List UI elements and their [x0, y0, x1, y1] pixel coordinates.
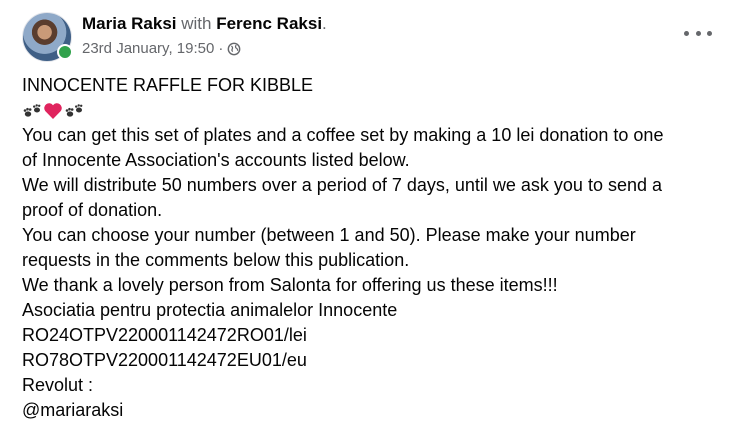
post-text-line: We will distribute 50 numbers over a per…	[22, 175, 663, 195]
facebook-post: Maria Raksi with Ferenc Raksi. 23rd Janu…	[0, 0, 742, 439]
post-meta: 23rd January, 19:50 ·	[82, 40, 241, 57]
tagged-person-link[interactable]: Ferenc Raksi	[216, 14, 322, 33]
more-options-icon[interactable]	[684, 26, 712, 40]
post-text-line: INNOCENTE RAFFLE FOR KIBBLE	[22, 75, 314, 95]
with-label: with	[181, 14, 212, 33]
globe-icon[interactable]	[227, 42, 241, 56]
post-text-line: You can choose your number (between 1 an…	[22, 225, 636, 245]
post-text-line: You can get this set of plates and a cof…	[22, 125, 664, 145]
red-heart-icon	[44, 102, 62, 119]
post-header: Maria Raksi with Ferenc Raksi. 23rd Janu…	[22, 12, 742, 62]
paw-prints-icon	[23, 103, 41, 117]
avatar[interactable]	[22, 12, 73, 62]
post-text-line: Asociatia pentru protectia animalelor In…	[22, 300, 398, 320]
online-status-icon	[57, 44, 73, 60]
author-line: Maria Raksi with Ferenc Raksi.	[82, 14, 327, 34]
post-text-line: RO78OTPV220001142472EU01/eu	[22, 350, 307, 370]
tag-suffix: .	[322, 14, 327, 33]
post-text-line: Revolut :	[22, 375, 94, 395]
post-timestamp-link[interactable]: 23rd January, 19:50	[82, 40, 214, 57]
paw-prints-icon	[65, 103, 83, 117]
emoji-row	[22, 98, 732, 123]
post-text-line: proof of donation.	[22, 200, 163, 220]
post-text-line: requests in the comments below this publ…	[22, 250, 410, 270]
author-name-link[interactable]: Maria Raksi	[82, 14, 177, 33]
post-text-line: RO24OTPV220001142472RO01/lei	[22, 325, 307, 345]
post-text-line: We thank a lovely person from Salonta fo…	[22, 275, 558, 295]
post-text-line: @mariaraksi	[22, 400, 124, 420]
meta-separator: ·	[218, 40, 224, 57]
post-body: INNOCENTE RAFFLE FOR KIBBLE You can get …	[22, 73, 732, 423]
post-text-line: of Innocente Association's accounts list…	[22, 150, 410, 170]
